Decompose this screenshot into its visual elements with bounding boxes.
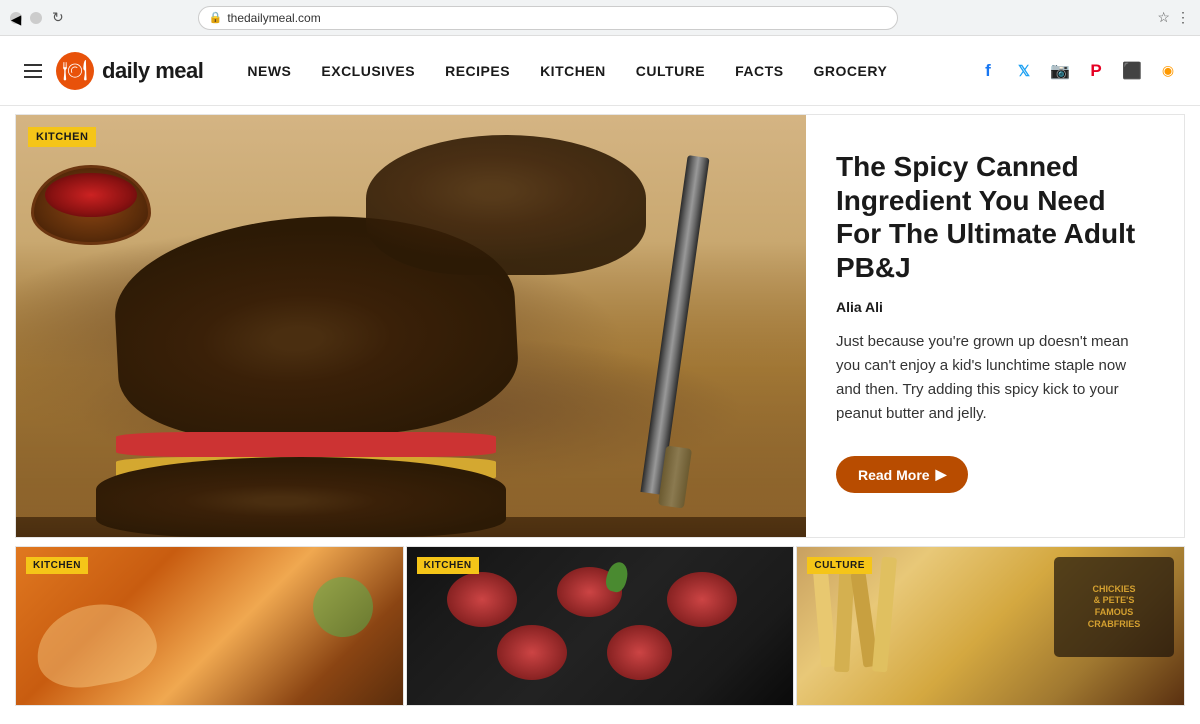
twitter-link[interactable]: 𝕏 [1012, 59, 1036, 83]
featured-title: The Spicy Canned Ingredient You Need For… [836, 150, 1154, 284]
thumbnail-card-2[interactable]: KITCHEN [406, 546, 795, 706]
featured-category-badge: KITCHEN [28, 127, 96, 147]
thumbnail-card-1[interactable]: KITCHEN [15, 546, 404, 706]
browser-actions: ☆ ⋮ [1157, 9, 1190, 26]
taco-shape [30, 595, 162, 695]
forward-button[interactable]: ▶ [30, 12, 42, 24]
sandwich-bottom [96, 457, 506, 537]
thumbnail-badge-2: KITCHEN [417, 557, 479, 574]
nav-news[interactable]: NEWS [233, 55, 305, 87]
hamburger-button[interactable] [20, 60, 46, 82]
facebook-link[interactable]: f [976, 59, 1000, 83]
nav-kitchen[interactable]: KITCHEN [526, 55, 620, 87]
nav-recipes[interactable]: RECIPES [431, 55, 524, 87]
refresh-button[interactable]: ↻ [52, 9, 64, 26]
browser-chrome: ◀ ▶ ↻ 🔒 thedailymeal.com ☆ ⋮ [0, 0, 1200, 36]
read-more-label: Read More [858, 467, 930, 483]
featured-content: The Spicy Canned Ingredient You Need For… [806, 115, 1184, 537]
featured-description: Just because you're grown up doesn't mea… [836, 330, 1154, 426]
rss-link[interactable]: ◉ [1156, 59, 1180, 83]
nav-culture[interactable]: CULTURE [622, 55, 719, 87]
lock-icon: 🔒 [209, 11, 223, 24]
featured-author: Alia Ali [836, 299, 1154, 315]
thumbnail-badge-1: KITCHEN [26, 557, 88, 574]
pinterest-link[interactable]: P [1084, 59, 1108, 83]
menu-button[interactable]: ⋮ [1176, 9, 1190, 26]
instagram-link[interactable]: 📷 [1048, 59, 1072, 83]
nav-grocery[interactable]: GROCERY [800, 55, 902, 87]
social-links: f 𝕏 📷 P ⬛ ◉ [976, 59, 1180, 83]
featured-article: KITCHEN The Spicy Canned Ingredient You … [15, 114, 1185, 538]
logo-link[interactable]: 🍽 daily meal [56, 52, 203, 90]
nav-links: NEWS EXCLUSIVES RECIPES KITCHEN CULTURE … [233, 55, 976, 87]
thumbnail-card-3[interactable]: Chickies& Pete'sFamousCrabfries CULTURE [796, 546, 1185, 706]
sandwich-back [366, 135, 646, 275]
logo-icon: 🍽 [56, 52, 94, 90]
sandwich-jam [116, 432, 496, 457]
back-button[interactable]: ◀ [10, 12, 22, 24]
bookmark-button[interactable]: ☆ [1157, 9, 1170, 26]
thumbnails-row: KITCHEN KITCHEN Chickies& Pete'sFamousCr… [15, 546, 1185, 706]
logo-text: daily meal [102, 58, 203, 84]
nav-facts[interactable]: FACTS [721, 55, 797, 87]
featured-image [16, 115, 806, 537]
url-text: thedailymeal.com [227, 11, 320, 25]
lime-shape [304, 569, 381, 646]
read-more-arrow: ▶ [936, 466, 947, 483]
read-more-button[interactable]: Read More ▶ [836, 456, 968, 493]
thumbnail-badge-3: CULTURE [807, 557, 872, 574]
address-bar[interactable]: 🔒 thedailymeal.com [198, 6, 898, 30]
main-nav: 🍽 daily meal NEWS EXCLUSIVES RECIPES KIT… [0, 36, 1200, 106]
nav-exclusives[interactable]: EXCLUSIVES [307, 55, 429, 87]
flipboard-link[interactable]: ⬛ [1120, 59, 1144, 83]
featured-image-container: KITCHEN [16, 115, 806, 537]
